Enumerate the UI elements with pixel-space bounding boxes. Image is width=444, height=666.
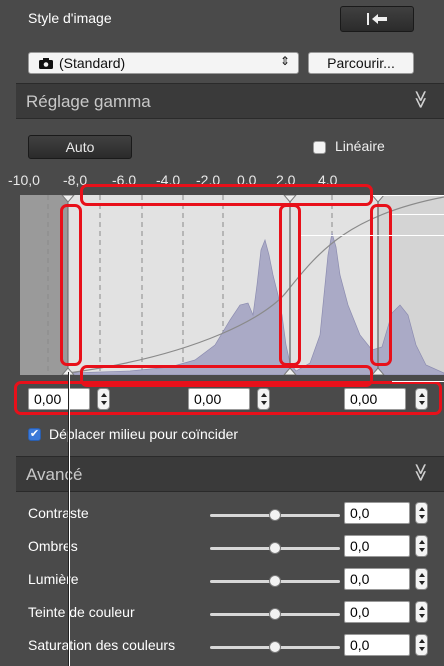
annotation-box-right (370, 204, 392, 366)
advanced-value-stepper[interactable] (415, 601, 428, 623)
advanced-value-stepper[interactable] (415, 535, 428, 557)
advanced-section-title: Avancé (26, 465, 83, 484)
advanced-label: Teinte de couleur (28, 604, 135, 620)
gamma-section-header[interactable]: Réglage gamma ≫ (16, 83, 444, 119)
annotation-box-middle (279, 204, 301, 366)
annotation-box-left (60, 204, 82, 366)
annotation-box-values (14, 381, 442, 415)
advanced-slider-knob[interactable] (269, 575, 281, 587)
leader-line (301, 235, 444, 236)
leader-line (392, 381, 444, 382)
auto-gamma-button[interactable]: Auto (28, 135, 132, 159)
raw-editing-panel: Style d'image (Standard) ⇕ Parcourir... … (0, 0, 444, 666)
advanced-slider-knob[interactable] (269, 608, 281, 620)
advanced-label: Lumière (28, 571, 79, 587)
match-midpoint-label: Déplacer milieu pour coïncider (49, 426, 239, 442)
advanced-value-input[interactable]: 0,0 (344, 568, 410, 590)
advanced-value-input[interactable]: 0,0 (344, 634, 410, 656)
advanced-section-header[interactable]: Avancé ≫ (16, 456, 444, 492)
advanced-value-input[interactable]: 0,0 (344, 535, 410, 557)
leader-line (373, 195, 444, 196)
collapse-chevron-icon[interactable]: ≫ (410, 90, 431, 109)
advanced-value-input[interactable]: 0,0 (344, 601, 410, 623)
leader-line (392, 214, 444, 215)
advanced-label: Contraste (28, 505, 89, 521)
advanced-slider-knob[interactable] (269, 542, 281, 554)
picture-style-title: Style d'image (28, 10, 112, 26)
annotation-box-top (80, 184, 373, 206)
collapse-chevron-icon[interactable]: ≫ (410, 463, 431, 482)
advanced-value-input[interactable]: 0,0 (344, 502, 410, 524)
match-midpoint-checkbox[interactable]: ✔ (28, 428, 41, 441)
advanced-value-stepper[interactable] (415, 634, 428, 656)
reset-arrow-icon (367, 13, 387, 25)
linear-label: Linéaire (335, 138, 385, 154)
picture-style-select[interactable]: (Standard) ⇕ (28, 52, 299, 74)
advanced-value-stepper[interactable] (415, 568, 428, 590)
advanced-value-stepper[interactable] (415, 502, 428, 524)
gamma-section-title: Réglage gamma (26, 92, 151, 111)
picture-style-value: (Standard) (59, 55, 126, 71)
leader-line-vertical (68, 372, 70, 666)
camera-icon (39, 58, 53, 69)
advanced-label: Saturation des couleurs (28, 637, 176, 653)
select-arrows-icon: ⇕ (279, 54, 290, 68)
reset-picture-style-button[interactable] (340, 6, 414, 32)
advanced-slider-knob[interactable] (269, 641, 281, 653)
browse-button[interactable]: Parcourir... (308, 52, 414, 74)
advanced-label: Ombres (28, 538, 78, 554)
gamma-tick-label: -10,0 (8, 172, 40, 188)
advanced-slider-knob[interactable] (269, 509, 281, 521)
linear-checkbox[interactable] (313, 141, 326, 154)
